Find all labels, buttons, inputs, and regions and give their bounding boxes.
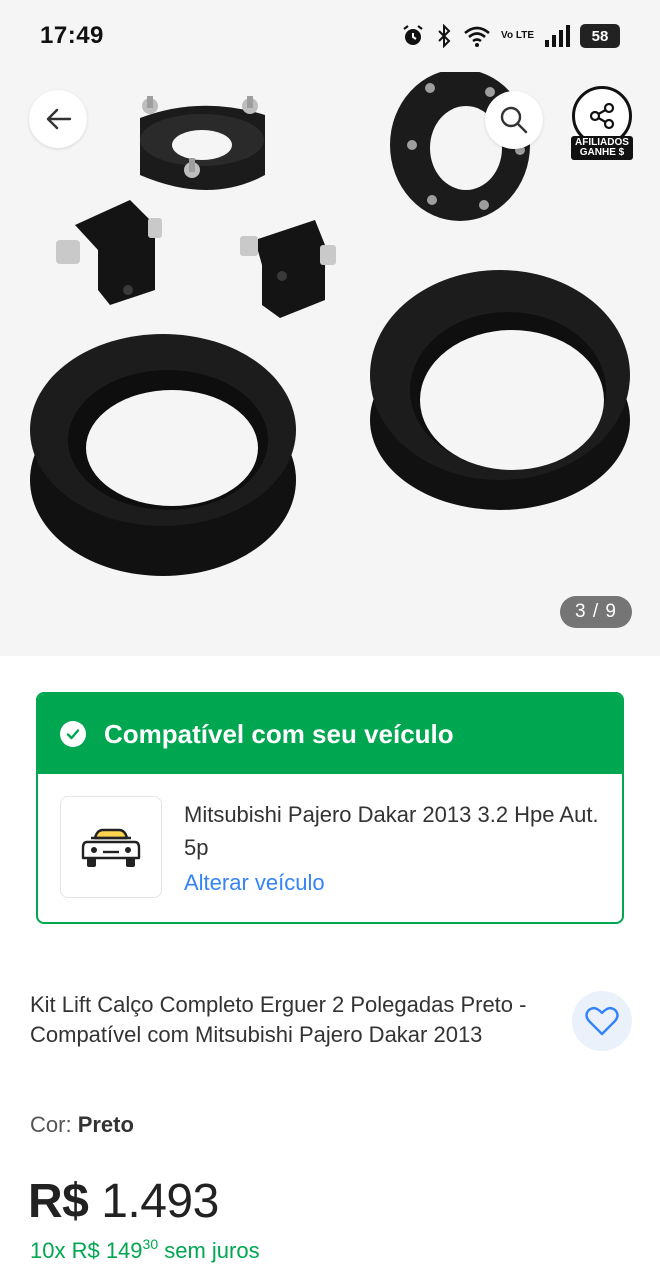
bluetooth-icon xyxy=(435,24,453,48)
price-currency: R$ xyxy=(28,1175,89,1228)
check-icon xyxy=(60,721,86,747)
color-value: Preto xyxy=(77,1112,134,1137)
car-icon xyxy=(81,828,141,867)
installments-suffix: sem juros xyxy=(164,1238,260,1263)
product-image-gallery[interactable]: AFILIADOS GANHE $ 3 / 9 xyxy=(0,0,660,656)
coil-spacer-left xyxy=(30,334,296,576)
installments: 10x R$ 14930 sem juros xyxy=(30,1236,260,1264)
price: R$ 1.493 xyxy=(28,1174,219,1229)
change-vehicle-link[interactable]: Alterar veículo xyxy=(184,870,325,896)
wifi-icon xyxy=(463,24,491,48)
color-selector[interactable]: Cor: Preto xyxy=(30,1112,134,1138)
flange-spacer-small xyxy=(140,96,265,190)
signal-icon xyxy=(544,25,570,47)
battery-icon: 58 xyxy=(580,24,620,48)
bracket-left xyxy=(56,200,162,305)
compatibility-title: Compatível com seu veículo xyxy=(104,718,454,749)
volte-icon: Vo LTE xyxy=(501,30,534,41)
car-thumbnail xyxy=(60,796,162,898)
back-button[interactable] xyxy=(29,90,87,148)
status-icons: Vo LTE 58 xyxy=(401,24,620,48)
product-image xyxy=(30,69,630,576)
compatibility-card: Compatível com seu veículo Mitsubishi Pa… xyxy=(36,692,624,924)
color-label: Cor: xyxy=(30,1112,72,1137)
installments-prefix: 10x R$ 149 xyxy=(30,1238,143,1263)
compatibility-body: Mitsubishi Pajero Dakar 2013 3.2 Hpe Aut… xyxy=(38,774,622,898)
coil-spacer-right xyxy=(370,270,630,510)
installments-cents: 30 xyxy=(142,1236,159,1252)
vehicle-name: Mitsubishi Pajero Dakar 2013 3.2 Hpe Aut… xyxy=(184,802,599,860)
search-icon xyxy=(500,106,528,134)
vehicle-info: Mitsubishi Pajero Dakar 2013 3.2 Hpe Aut… xyxy=(184,796,614,898)
share-icon xyxy=(589,102,615,130)
favorite-button[interactable] xyxy=(572,991,632,1051)
status-time: 17:49 xyxy=(40,22,104,49)
affiliate-share-button[interactable]: AFILIADOS GANHE $ xyxy=(565,86,639,160)
affiliate-label-line2: GANHE $ xyxy=(579,147,625,158)
alarm-icon xyxy=(401,24,425,48)
product-title: Kit Lift Calço Completo Erguer 2 Polegad… xyxy=(30,992,527,1047)
image-counter: 3 / 9 xyxy=(560,596,632,628)
compatibility-header: Compatível com seu veículo xyxy=(38,694,622,774)
bracket-right xyxy=(240,220,336,318)
heart-icon xyxy=(585,1006,619,1036)
search-button[interactable] xyxy=(485,91,543,149)
back-arrow-icon xyxy=(46,108,72,130)
price-value: 1.493 xyxy=(101,1175,219,1228)
status-bar: 17:49 Vo LTE 58 xyxy=(0,0,660,72)
affiliate-label: AFILIADOS GANHE $ xyxy=(571,136,633,160)
